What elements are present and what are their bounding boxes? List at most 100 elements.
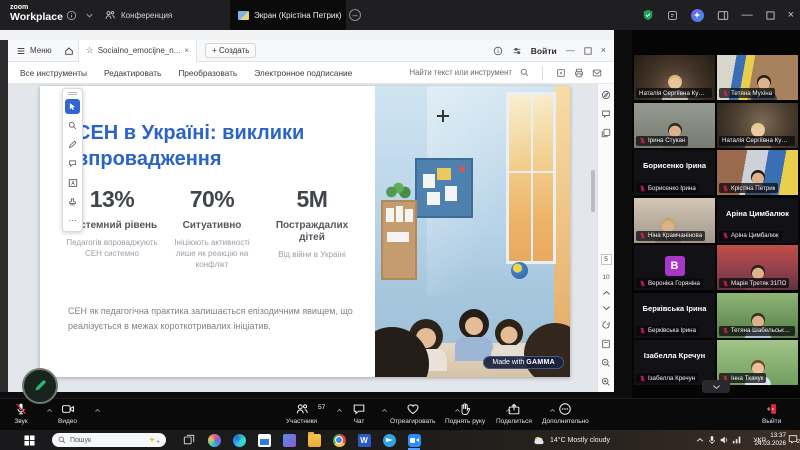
participants-caret-icon[interactable] bbox=[336, 407, 343, 414]
participant-tile[interactable]: Аріна ЦимбалюкАріна Цимбалюк bbox=[717, 198, 798, 243]
taskbar-app-word[interactable]: W bbox=[355, 430, 373, 450]
taskbar-app-explorer[interactable] bbox=[305, 430, 323, 450]
report-icon[interactable] bbox=[667, 10, 678, 21]
menu-esign[interactable]: Электронное подписание bbox=[254, 68, 352, 78]
participant-tile[interactable]: Наталія Сергіївна Кушнір bbox=[717, 103, 798, 148]
taskbar-search-input[interactable]: Пошук bbox=[52, 433, 166, 447]
participant-tile[interactable]: Ірина Стукан bbox=[634, 103, 715, 148]
made-with-gamma-badge[interactable]: Made with GAMMA bbox=[483, 356, 564, 369]
info-icon[interactable] bbox=[66, 0, 77, 30]
participant-tile[interactable]: Марія Третяк 31ПО bbox=[717, 245, 798, 290]
window-close-button[interactable]: × bbox=[788, 10, 794, 21]
tab-close-icon[interactable]: × bbox=[184, 46, 189, 55]
taskbar-app-chrome[interactable] bbox=[330, 430, 348, 450]
taskbar-app-store[interactable] bbox=[255, 430, 273, 450]
audio-button[interactable]: Звук bbox=[14, 402, 28, 425]
settings-sliders-icon[interactable] bbox=[512, 46, 522, 56]
taskbar-app-task-view[interactable] bbox=[180, 430, 198, 450]
page-thumbnails-icon[interactable] bbox=[601, 128, 611, 138]
more-button[interactable]: Дополнительно bbox=[542, 402, 589, 425]
rotate-page-icon[interactable] bbox=[601, 320, 611, 330]
zoom-in-icon[interactable] bbox=[601, 377, 611, 387]
tab-conference[interactable]: Конференция bbox=[104, 0, 172, 30]
create-button[interactable]: + Создать bbox=[205, 43, 256, 58]
participant-tile[interactable]: Інна Ткачук bbox=[717, 340, 798, 385]
share-button[interactable]: Поделиться bbox=[496, 402, 532, 425]
find-tool-label[interactable]: Найти текст или инструмент bbox=[409, 68, 512, 77]
notification-center-icon[interactable]: 2 bbox=[788, 434, 798, 444]
zoom-out-icon[interactable] bbox=[601, 358, 611, 368]
menu-edit[interactable]: Редактировать bbox=[104, 68, 161, 78]
page-down-icon[interactable] bbox=[602, 305, 611, 311]
print-icon[interactable] bbox=[574, 68, 584, 78]
more-tools[interactable]: ⋯ bbox=[65, 213, 80, 228]
participant-tile[interactable]: Берківська ІринаБерківська Ірина bbox=[634, 293, 715, 338]
participant-tile[interactable]: Тетяна Шабельська ... bbox=[717, 293, 798, 338]
home-icon[interactable] bbox=[60, 46, 78, 56]
palette-grip[interactable] bbox=[68, 92, 77, 95]
acrobat-minimize-button[interactable]: — bbox=[566, 46, 575, 55]
acrobat-menu-button[interactable]: Меню bbox=[8, 46, 60, 56]
window-minimize-button[interactable]: — bbox=[742, 10, 753, 21]
window-maximize-button[interactable] bbox=[766, 11, 775, 20]
view-layout-icon[interactable] bbox=[717, 10, 729, 21]
acrobat-close-button[interactable]: × bbox=[601, 46, 606, 55]
acrobat-info-icon[interactable] bbox=[493, 46, 503, 56]
acrobat-restore-button[interactable] bbox=[584, 47, 592, 55]
star-icon[interactable]: ☆ bbox=[86, 45, 94, 56]
tray-mic-icon[interactable] bbox=[708, 430, 716, 450]
annotate-button[interactable] bbox=[22, 368, 58, 404]
chat-button[interactable]: Чат bbox=[352, 402, 366, 425]
pen-annotate-tool[interactable] bbox=[65, 137, 80, 152]
tray-network-icon[interactable] bbox=[732, 430, 742, 450]
taskbar-clock[interactable]: 13:37 24.03.2026 bbox=[754, 432, 786, 448]
comments-panel-icon[interactable] bbox=[601, 109, 611, 119]
taskbar-app-zoom[interactable] bbox=[405, 430, 423, 450]
zoom-tool[interactable] bbox=[65, 118, 80, 133]
audio-caret-icon[interactable] bbox=[46, 407, 53, 414]
minimize-screen-icon[interactable]: – bbox=[349, 9, 361, 21]
export-pdf-icon[interactable] bbox=[556, 68, 566, 78]
participants-button[interactable]: Участники bbox=[286, 402, 317, 425]
start-button[interactable] bbox=[20, 430, 38, 450]
taskbar-app-edge[interactable] bbox=[230, 430, 248, 450]
tab-screen-share[interactable]: Экран (Крістіна Петрик) bbox=[230, 0, 346, 30]
leave-button[interactable]: Выйти bbox=[762, 402, 781, 425]
taskbar-app-copilot[interactable] bbox=[205, 430, 223, 450]
taskbar-app-telegram[interactable] bbox=[380, 430, 398, 450]
stamp-tool[interactable] bbox=[65, 194, 80, 209]
video-caret-icon[interactable] bbox=[94, 407, 101, 414]
chat-caret-icon[interactable] bbox=[381, 407, 388, 414]
select-tool[interactable] bbox=[65, 99, 80, 114]
tray-chevron-icon[interactable] bbox=[696, 430, 704, 450]
document-tab[interactable]: ☆ Socialno_emocijne_n... × bbox=[78, 40, 197, 62]
participant-tile[interactable]: Тетяна Мухіна bbox=[717, 55, 798, 100]
bookmark-nav-icon[interactable] bbox=[601, 90, 611, 100]
participant-tile[interactable]: ВВероніка Горяніна bbox=[634, 245, 715, 290]
participant-tile[interactable]: Крістіна Петрик bbox=[717, 150, 798, 195]
tray-speaker-icon[interactable] bbox=[719, 430, 729, 450]
document-scrollbar[interactable] bbox=[591, 170, 595, 212]
signin-button[interactable]: Войти bbox=[531, 46, 557, 56]
ai-companion-icon[interactable] bbox=[691, 9, 704, 22]
participant-tile[interactable]: Ізабелла КречунІзабелла Кречун bbox=[634, 340, 715, 385]
react-button[interactable]: Отреагировать bbox=[390, 402, 435, 425]
participant-tile[interactable]: Борисенко ІринаБорисенко Ірина bbox=[634, 150, 715, 195]
participant-tile[interactable]: Наталія Сергіївна Кушнір bbox=[634, 55, 715, 100]
weather-widget[interactable]: 14°C Mostly cloudy bbox=[533, 430, 610, 450]
text-box-tool[interactable]: A bbox=[65, 175, 80, 190]
page-up-icon[interactable] bbox=[602, 290, 611, 296]
search-icon[interactable] bbox=[520, 68, 529, 77]
menu-all-tools[interactable]: Все инструменты bbox=[20, 68, 87, 78]
video-button[interactable]: Видео bbox=[58, 402, 77, 425]
fit-page-icon[interactable] bbox=[601, 339, 611, 349]
share-email-icon[interactable] bbox=[592, 68, 602, 78]
page-number-input[interactable]: 5 bbox=[601, 254, 612, 265]
taskbar-app-paint[interactable] bbox=[280, 430, 298, 450]
menu-convert[interactable]: Преобразовать bbox=[178, 68, 237, 78]
comment-tool[interactable] bbox=[65, 156, 80, 171]
participant-tile[interactable]: Ніна Крамчанінова bbox=[634, 198, 715, 243]
show-more-participants-button[interactable] bbox=[702, 380, 730, 393]
chevron-down-icon[interactable] bbox=[85, 0, 94, 30]
hand-button[interactable]: Поднять руку bbox=[445, 402, 485, 425]
